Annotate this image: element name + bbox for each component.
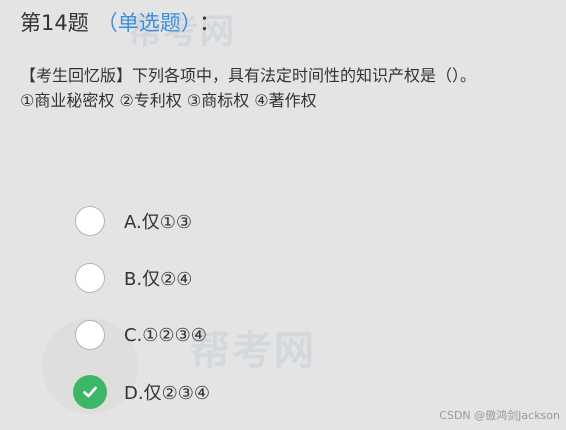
question-stem-line-2: ①商业秘密权 ②专利权 ③商标权 ④著作权 — [20, 91, 317, 110]
option-a-label: A.仅①③ — [124, 212, 192, 233]
option-b-label: B.仅②④ — [124, 269, 193, 290]
question-stem-line-1: 【考生回忆版】下列各项中，具有法定时间性的知识产权是（）。 — [20, 66, 477, 85]
question-stem: 【考生回忆版】下列各项中，具有法定时间性的知识产权是（）。 ①商业秘密权 ②专利… — [20, 63, 550, 113]
option-b[interactable]: B.仅②④ — [75, 259, 210, 297]
question-colon: ： — [199, 11, 221, 35]
option-a[interactable]: A.仅①③ — [75, 202, 210, 240]
check-icon — [83, 386, 97, 398]
option-d[interactable]: D.仅②③④ — [73, 373, 210, 411]
option-c-label: C.①②③④ — [124, 324, 207, 346]
options-list: A.仅①③ B.仅②④ C.①②③④ D.仅②③④ — [73, 202, 210, 430]
question-number: 第14题 — [20, 11, 89, 35]
radio-button-c[interactable] — [75, 320, 105, 350]
option-c[interactable]: C.①②③④ — [75, 316, 210, 354]
radio-button-b[interactable] — [75, 263, 105, 293]
csdn-footer-mark: CSDN @傲鸿剑Jackson — [439, 409, 560, 422]
option-d-label: D.仅②③④ — [124, 383, 210, 404]
question-header: 第14题 （单选题） ： — [20, 10, 220, 36]
radio-button-a[interactable] — [75, 206, 105, 236]
radio-button-d-checked[interactable] — [73, 375, 107, 409]
question-type: （单选题） — [96, 11, 192, 35]
